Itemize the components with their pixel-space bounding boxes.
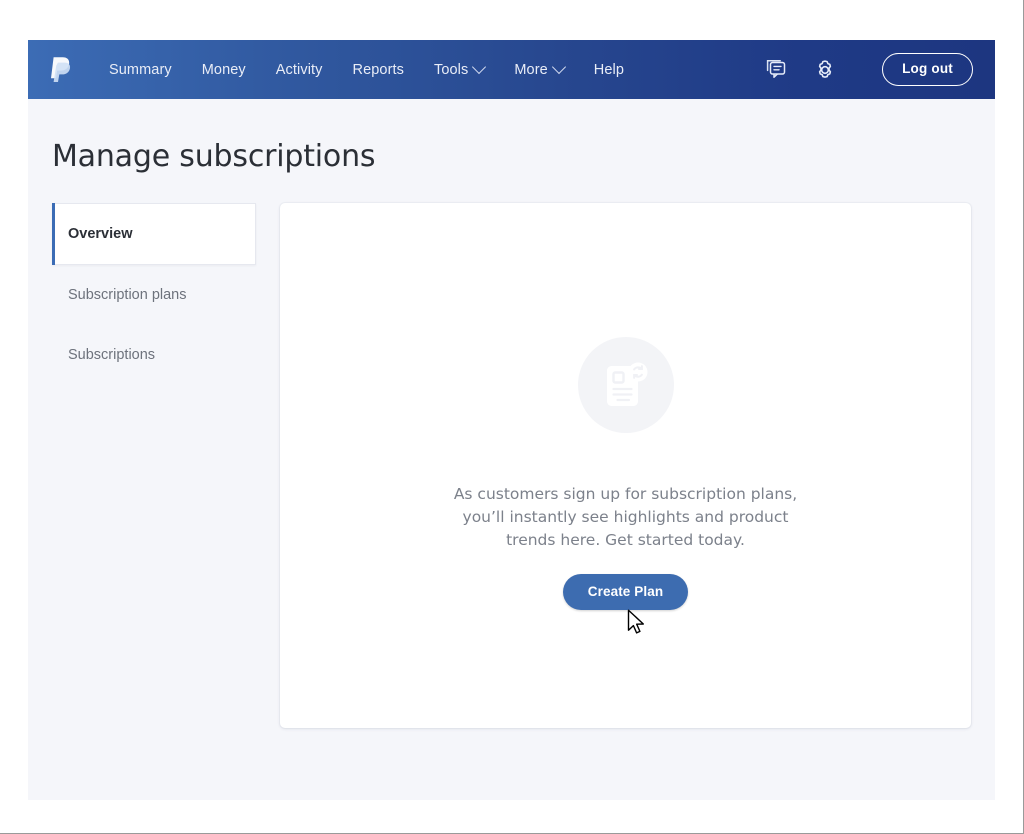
nav-links: Summary Money Activity Reports Tools Mor… (94, 56, 639, 84)
sidebar-item-label: Subscriptions (68, 347, 156, 363)
empty-state: As customers sign up for subscription pl… (280, 336, 971, 611)
sidebar-item-label: Overview (68, 226, 133, 242)
create-plan-button[interactable]: Create Plan (562, 573, 689, 611)
sidebar-item-label: Subscription plans (68, 287, 187, 303)
nav-item-label: Tools (434, 61, 469, 78)
sidebar-item-overview[interactable]: Overview (52, 203, 256, 265)
nav-item-money[interactable]: Money (187, 56, 261, 84)
gear-icon[interactable] (812, 57, 838, 83)
browser-viewport: Summary Money Activity Reports Tools Mor… (28, 40, 995, 800)
screen-capture: Summary Money Activity Reports Tools Mor… (0, 0, 1024, 834)
sidebar-item-subscriptions[interactable]: Subscriptions (52, 325, 256, 385)
top-navigation-bar: Summary Money Activity Reports Tools Mor… (28, 40, 995, 99)
nav-item-label: Reports (352, 61, 404, 78)
nav-icon-group: Log out (764, 53, 973, 86)
nav-item-label: Help (593, 61, 625, 78)
logout-button[interactable]: Log out (882, 53, 973, 86)
empty-state-message: As customers sign up for subscription pl… (453, 484, 798, 549)
nav-item-label: Money (201, 61, 246, 78)
page-content: Overview Subscription plans Subscription… (28, 174, 995, 728)
nav-item-summary[interactable]: Summary (94, 56, 187, 84)
sidebar-item-subscription-plans[interactable]: Subscription plans (52, 265, 256, 325)
nav-item-more[interactable]: More (499, 56, 578, 84)
nav-item-label: Activity (275, 61, 323, 78)
chevron-down-icon (472, 59, 487, 74)
nav-item-help[interactable]: Help (579, 56, 639, 84)
overview-card: As customers sign up for subscription pl… (280, 203, 971, 728)
nav-item-activity[interactable]: Activity (261, 56, 338, 84)
sidebar-nav: Overview Subscription plans Subscription… (52, 203, 256, 728)
nav-item-label: Summary (109, 61, 172, 78)
page-title: Manage subscriptions (52, 139, 376, 174)
paypal-logo-icon[interactable] (48, 55, 74, 85)
chevron-down-icon (551, 59, 566, 74)
nav-item-label: More (514, 61, 548, 78)
nav-item-tools[interactable]: Tools (419, 56, 499, 84)
message-icon[interactable] (764, 57, 790, 83)
nav-item-reports[interactable]: Reports (338, 56, 419, 84)
recurring-document-icon (577, 336, 674, 433)
